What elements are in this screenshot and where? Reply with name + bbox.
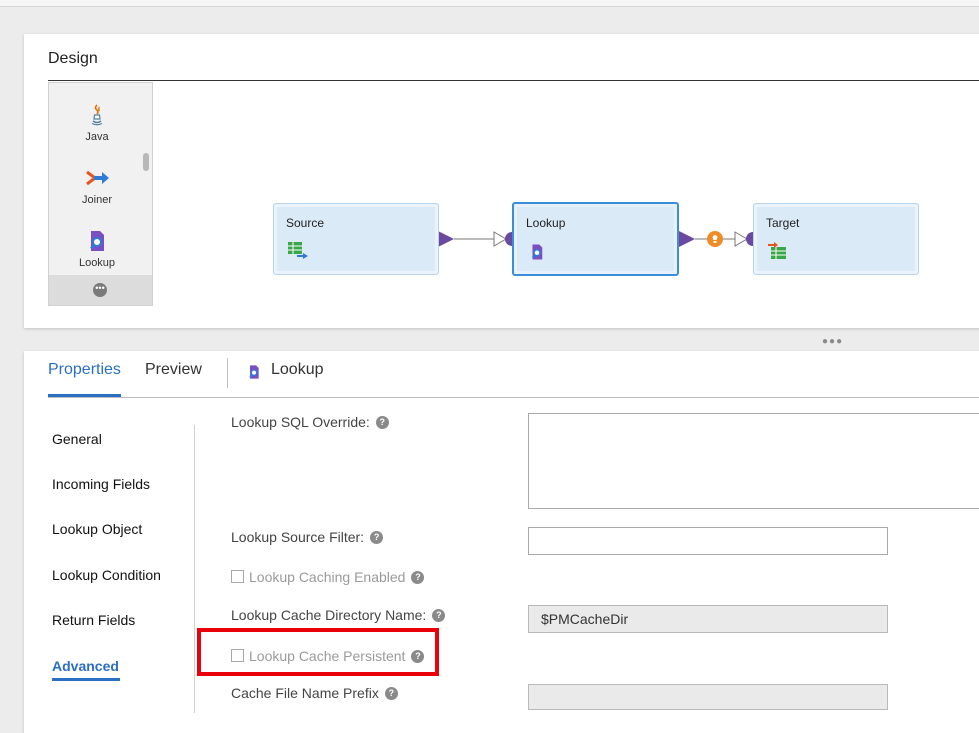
- active-nav-indicator: [52, 678, 120, 681]
- nav-incoming-fields[interactable]: Incoming Fields: [52, 476, 150, 492]
- lookup-output-connector: [677, 230, 695, 248]
- link-arrowhead: [734, 231, 748, 247]
- caching-enabled-checkbox[interactable]: [231, 570, 244, 583]
- nav-lookup-object[interactable]: Lookup Object: [52, 521, 142, 537]
- nav-general[interactable]: General: [52, 431, 102, 447]
- caching-enabled-row: Lookup Caching Enabled?: [231, 569, 425, 585]
- help-icon[interactable]: ?: [370, 531, 384, 544]
- cache-directory-field-label: Lookup Cache Directory Name:?: [231, 607, 446, 623]
- tab-properties[interactable]: Properties: [48, 361, 121, 379]
- source-table-icon: [288, 242, 308, 259]
- cache-persistent-highlight-box: [197, 628, 439, 676]
- sql-override-field-label: Lookup SQL Override:?: [231, 414, 389, 430]
- node-label: Source: [286, 216, 325, 230]
- tab-preview[interactable]: Preview: [145, 361, 202, 379]
- node-source[interactable]: Source: [273, 203, 439, 275]
- selected-object-name: Lookup: [271, 361, 324, 378]
- node-lookup[interactable]: Lookup: [512, 202, 679, 276]
- sql-override-textarea[interactable]: [528, 413, 979, 509]
- tab-separator: [227, 358, 228, 388]
- help-icon[interactable]: ?: [375, 416, 389, 429]
- node-target[interactable]: Target: [753, 203, 919, 275]
- properties-panel: Properties Preview Lookup General Incomi…: [24, 351, 979, 733]
- nav-advanced[interactable]: Advanced: [52, 658, 119, 674]
- warning-bulb-icon[interactable]: [707, 231, 723, 247]
- cache-prefix-input[interactable]: [528, 684, 888, 710]
- cache-directory-input[interactable]: [528, 605, 888, 633]
- lookup-icon: [249, 365, 259, 379]
- top-strip: [0, 0, 979, 7]
- link-arrowhead: [493, 231, 507, 247]
- mapping-canvas[interactable]: [24, 34, 979, 328]
- source-filter-input[interactable]: [528, 527, 888, 555]
- nav-return-fields[interactable]: Return Fields: [52, 612, 135, 628]
- design-panel: Design Java Joiner Lookup ••• Source Loo…: [24, 34, 979, 328]
- source-filter-field-label: Lookup Source Filter:?: [231, 529, 384, 545]
- node-label: Target: [766, 216, 800, 230]
- nav-lookup-condition[interactable]: Lookup Condition: [52, 567, 161, 583]
- panel-resize-handle[interactable]: ●●●: [822, 336, 843, 347]
- nav-divider: [194, 425, 195, 713]
- help-icon[interactable]: ?: [432, 609, 446, 622]
- cache-prefix-field-label: Cache File Name Prefix?: [231, 685, 398, 701]
- help-icon[interactable]: ?: [384, 687, 398, 700]
- help-icon[interactable]: ?: [411, 571, 425, 584]
- lookup-icon: [531, 244, 543, 260]
- target-table-icon: [768, 242, 786, 259]
- properties-divider: [48, 397, 979, 398]
- node-label: Lookup: [526, 216, 566, 230]
